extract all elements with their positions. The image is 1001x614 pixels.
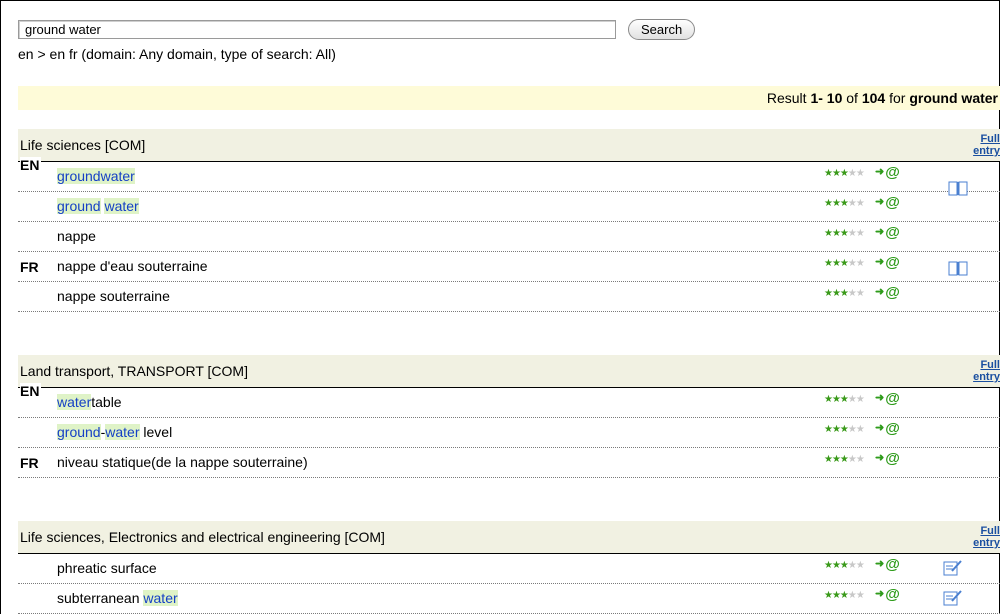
term-row: watertable ★★★★★ ➜@ (18, 388, 1000, 418)
edit-note-icon[interactable] (943, 589, 963, 607)
section-header: Life sciences [COM] Full entry (18, 129, 1000, 162)
term-highlight[interactable]: water (104, 198, 139, 214)
term-text: subterranean water (57, 590, 178, 606)
rating-stars-icon: ★★★★★ (824, 288, 865, 299)
full-entry-label-2: entry (973, 537, 1000, 549)
result-count-bar: Result 1- 10 of 104 for ground water (18, 86, 1000, 110)
term-text: subterranean (57, 590, 144, 606)
term-text: phreatic surface (57, 560, 157, 576)
full-entry-label-1: Full (980, 525, 1000, 537)
section-title: Life sciences, Electronics and electrica… (20, 529, 385, 545)
term-row: ground-water level ★★★★★ ➜@ (18, 418, 1000, 448)
rating-stars-icon: ★★★★★ (824, 590, 865, 601)
term-text: nappe souterraine (57, 288, 170, 304)
rating-stars-icon: ★★★★★ (824, 560, 865, 571)
term-text: niveau statique(de la nappe souterraine) (57, 454, 308, 470)
result-range: 1- 10 (810, 90, 843, 106)
add-to-mylist-icon[interactable]: ➜@ (875, 420, 900, 437)
term-highlight[interactable]: water (57, 394, 92, 410)
term-row: niveau statique(de la nappe souterraine)… (18, 448, 1000, 478)
result-of: of (842, 90, 862, 106)
result-section: Land transport, TRANSPORT [COM] Full entr… (18, 355, 1000, 478)
dictionary-book-icon[interactable] (948, 181, 968, 196)
result-section: Life sciences [COM] Full entry groundwate… (18, 129, 1000, 312)
section-title: Life sciences [COM] (20, 137, 146, 153)
search-input[interactable] (18, 20, 616, 39)
lang-code-en: EN (20, 157, 42, 173)
full-entry-label-2: entry (973, 145, 1000, 157)
full-entry-label-1: Full (980, 359, 1000, 371)
add-to-mylist-icon[interactable]: ➜@ (875, 556, 900, 573)
term-text: table (91, 394, 122, 410)
term-highlight[interactable]: groundwater (57, 168, 135, 184)
term-row: groundwater ★★★★★ ➜@ (18, 162, 1000, 192)
term-row: subterranean water ★★★★★ ➜@ (18, 584, 1000, 614)
section-header: Land transport, TRANSPORT [COM] Full entr… (18, 355, 1000, 388)
rating-stars-icon: ★★★★★ (824, 424, 865, 435)
rating-stars-icon: ★★★★★ (824, 258, 865, 269)
term-link[interactable]: ground-water level (57, 424, 172, 440)
term-row: nappe souterraine ★★★★★ ➜@ (18, 282, 1000, 312)
result-section: Life sciences, Electronics and electrica… (18, 521, 1000, 614)
full-entry-label-2: entry (973, 371, 1000, 383)
section-title: Land transport, TRANSPORT [COM] (20, 363, 248, 379)
term-row: nappe ★★★★★ ➜@ (18, 222, 1000, 252)
term-highlight[interactable]: ground (57, 424, 101, 440)
add-to-mylist-icon[interactable]: ➜@ (875, 284, 900, 301)
full-entry-link[interactable]: Full entry (973, 525, 1000, 549)
search-bar: Search (18, 19, 696, 40)
add-to-mylist-icon[interactable]: ➜@ (875, 224, 900, 241)
term-row: phreatic surface ★★★★★ ➜@ (18, 554, 1000, 584)
term-row: ground water ★★★★★ ➜@ (18, 192, 1000, 222)
result-query: ground water (909, 90, 998, 106)
term-text: nappe d'eau souterraine (57, 258, 208, 274)
result-for: for (885, 90, 910, 106)
section-header: Life sciences, Electronics and electrica… (18, 521, 1000, 554)
search-language-line: en > en fr (domain: Any domain, type of … (18, 46, 336, 62)
term-link[interactable]: ground water (57, 198, 139, 214)
add-to-mylist-icon[interactable]: ➜@ (875, 390, 900, 407)
result-prefix: Result (766, 90, 811, 106)
add-to-mylist-icon[interactable]: ➜@ (875, 450, 900, 467)
full-entry-label-1: Full (980, 133, 1000, 145)
rating-stars-icon: ★★★★★ (824, 198, 865, 209)
add-to-mylist-icon[interactable]: ➜@ (875, 164, 900, 181)
term-row: nappe d'eau souterraine ★★★★★ ➜@ (18, 252, 1000, 282)
lang-code-fr: FR (20, 455, 41, 471)
full-entry-link[interactable]: Full entry (973, 359, 1000, 383)
add-to-mylist-icon[interactable]: ➜@ (875, 586, 900, 603)
rating-stars-icon: ★★★★★ (824, 394, 865, 405)
term-highlight[interactable]: water (105, 424, 140, 440)
term-text: nappe (57, 228, 96, 244)
dictionary-book-icon[interactable] (948, 261, 968, 276)
add-to-mylist-icon[interactable]: ➜@ (875, 254, 900, 271)
term-text: level (139, 424, 173, 440)
rating-stars-icon: ★★★★★ (824, 228, 865, 239)
search-button[interactable]: Search (628, 19, 696, 40)
term-link[interactable]: groundwater (57, 168, 135, 184)
add-to-mylist-icon[interactable]: ➜@ (875, 194, 900, 211)
rating-stars-icon: ★★★★★ (824, 454, 865, 465)
result-total: 104 (861, 90, 886, 106)
lang-code-en: EN (20, 383, 42, 399)
full-entry-link[interactable]: Full entry (973, 133, 1000, 157)
rating-stars-icon: ★★★★★ (824, 168, 865, 179)
edit-note-icon[interactable] (943, 559, 963, 577)
term-highlight[interactable]: water (143, 590, 178, 606)
term-highlight[interactable]: ground (57, 198, 101, 214)
term-link[interactable]: watertable (57, 394, 122, 410)
lang-code-fr: FR (20, 259, 41, 275)
